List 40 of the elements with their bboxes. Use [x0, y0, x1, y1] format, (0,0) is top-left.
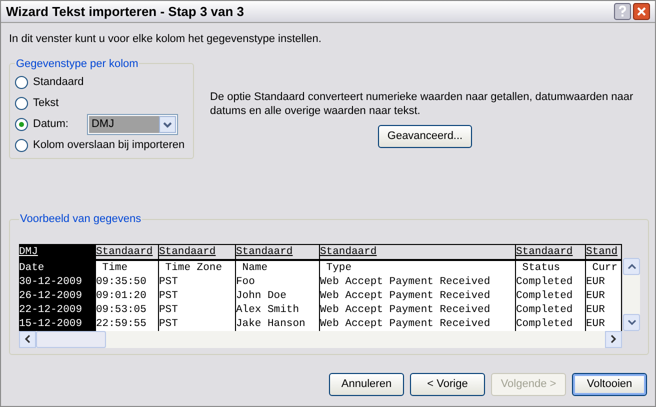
column-type-header[interactable]: Standaard: [320, 244, 516, 258]
help-icon[interactable]: [614, 3, 631, 20]
scroll-left-button[interactable]: [19, 330, 36, 348]
wizard-button[interactable]: < Vorige: [410, 373, 485, 396]
column-type-header[interactable]: Standaard: [236, 244, 320, 258]
scroll-down-button[interactable]: [623, 314, 640, 330]
scroll-up-button[interactable]: [623, 258, 640, 274]
description-text: De optie Standaard converteert numerieke waarden naar getallen, datumwaarden naar datums en alle overige waarden naar tekst.: [210, 90, 634, 118]
column-type-header[interactable]: Stand: [586, 244, 622, 258]
radio-label[interactable]: Standaard: [33, 74, 84, 91]
group-title: Gegevenstype per kolom: [15, 56, 140, 72]
table-cell: 26-12-2009: [19, 288, 96, 302]
radio-label[interactable]: Datum:: [33, 116, 68, 133]
intro-text: In dit venster kunt u voor elke kolom het gegevenstype instellen.: [9, 32, 322, 47]
radio-button[interactable]: [15, 139, 28, 152]
date-format-dropdown[interactable]: DMJ: [87, 114, 178, 135]
table-cell: Date: [19, 260, 96, 274]
group-title: Voorbeeld van gegevens: [19, 212, 142, 227]
column-type-header[interactable]: DMJ: [19, 244, 96, 258]
column-type-header[interactable]: Standaard: [159, 244, 236, 258]
close-icon[interactable]: [633, 3, 650, 20]
column-type-header[interactable]: Standaard: [516, 244, 586, 258]
radio-label[interactable]: Tekst: [33, 95, 59, 112]
table-cell: 15-12-2009: [19, 316, 96, 330]
dropdown-value: DMJ: [89, 116, 160, 133]
scroll-thumb[interactable]: [36, 330, 106, 348]
radio-button[interactable]: [15, 118, 28, 131]
column-type-header[interactable]: Standaard: [96, 244, 159, 258]
advanced-button[interactable]: Geavanceerd...: [378, 124, 472, 148]
window-title: Wizard Tekst importeren - Stap 3 van 3: [6, 2, 246, 21]
table-cell: 30-12-2009: [19, 274, 96, 288]
scroll-right-button[interactable]: [605, 330, 622, 348]
radio-button[interactable]: [15, 76, 28, 89]
radio-label[interactable]: Kolom overslaan bij importeren: [33, 137, 185, 154]
table-cell: 22-12-2009: [19, 302, 96, 316]
radio-button[interactable]: [15, 97, 28, 110]
horizontal-scrollbar[interactable]: [19, 330, 622, 348]
wizard-button[interactable]: Voltooien: [572, 373, 647, 396]
wizard-button[interactable]: Annuleren: [329, 373, 404, 396]
vertical-scrollbar[interactable]: [623, 258, 640, 330]
